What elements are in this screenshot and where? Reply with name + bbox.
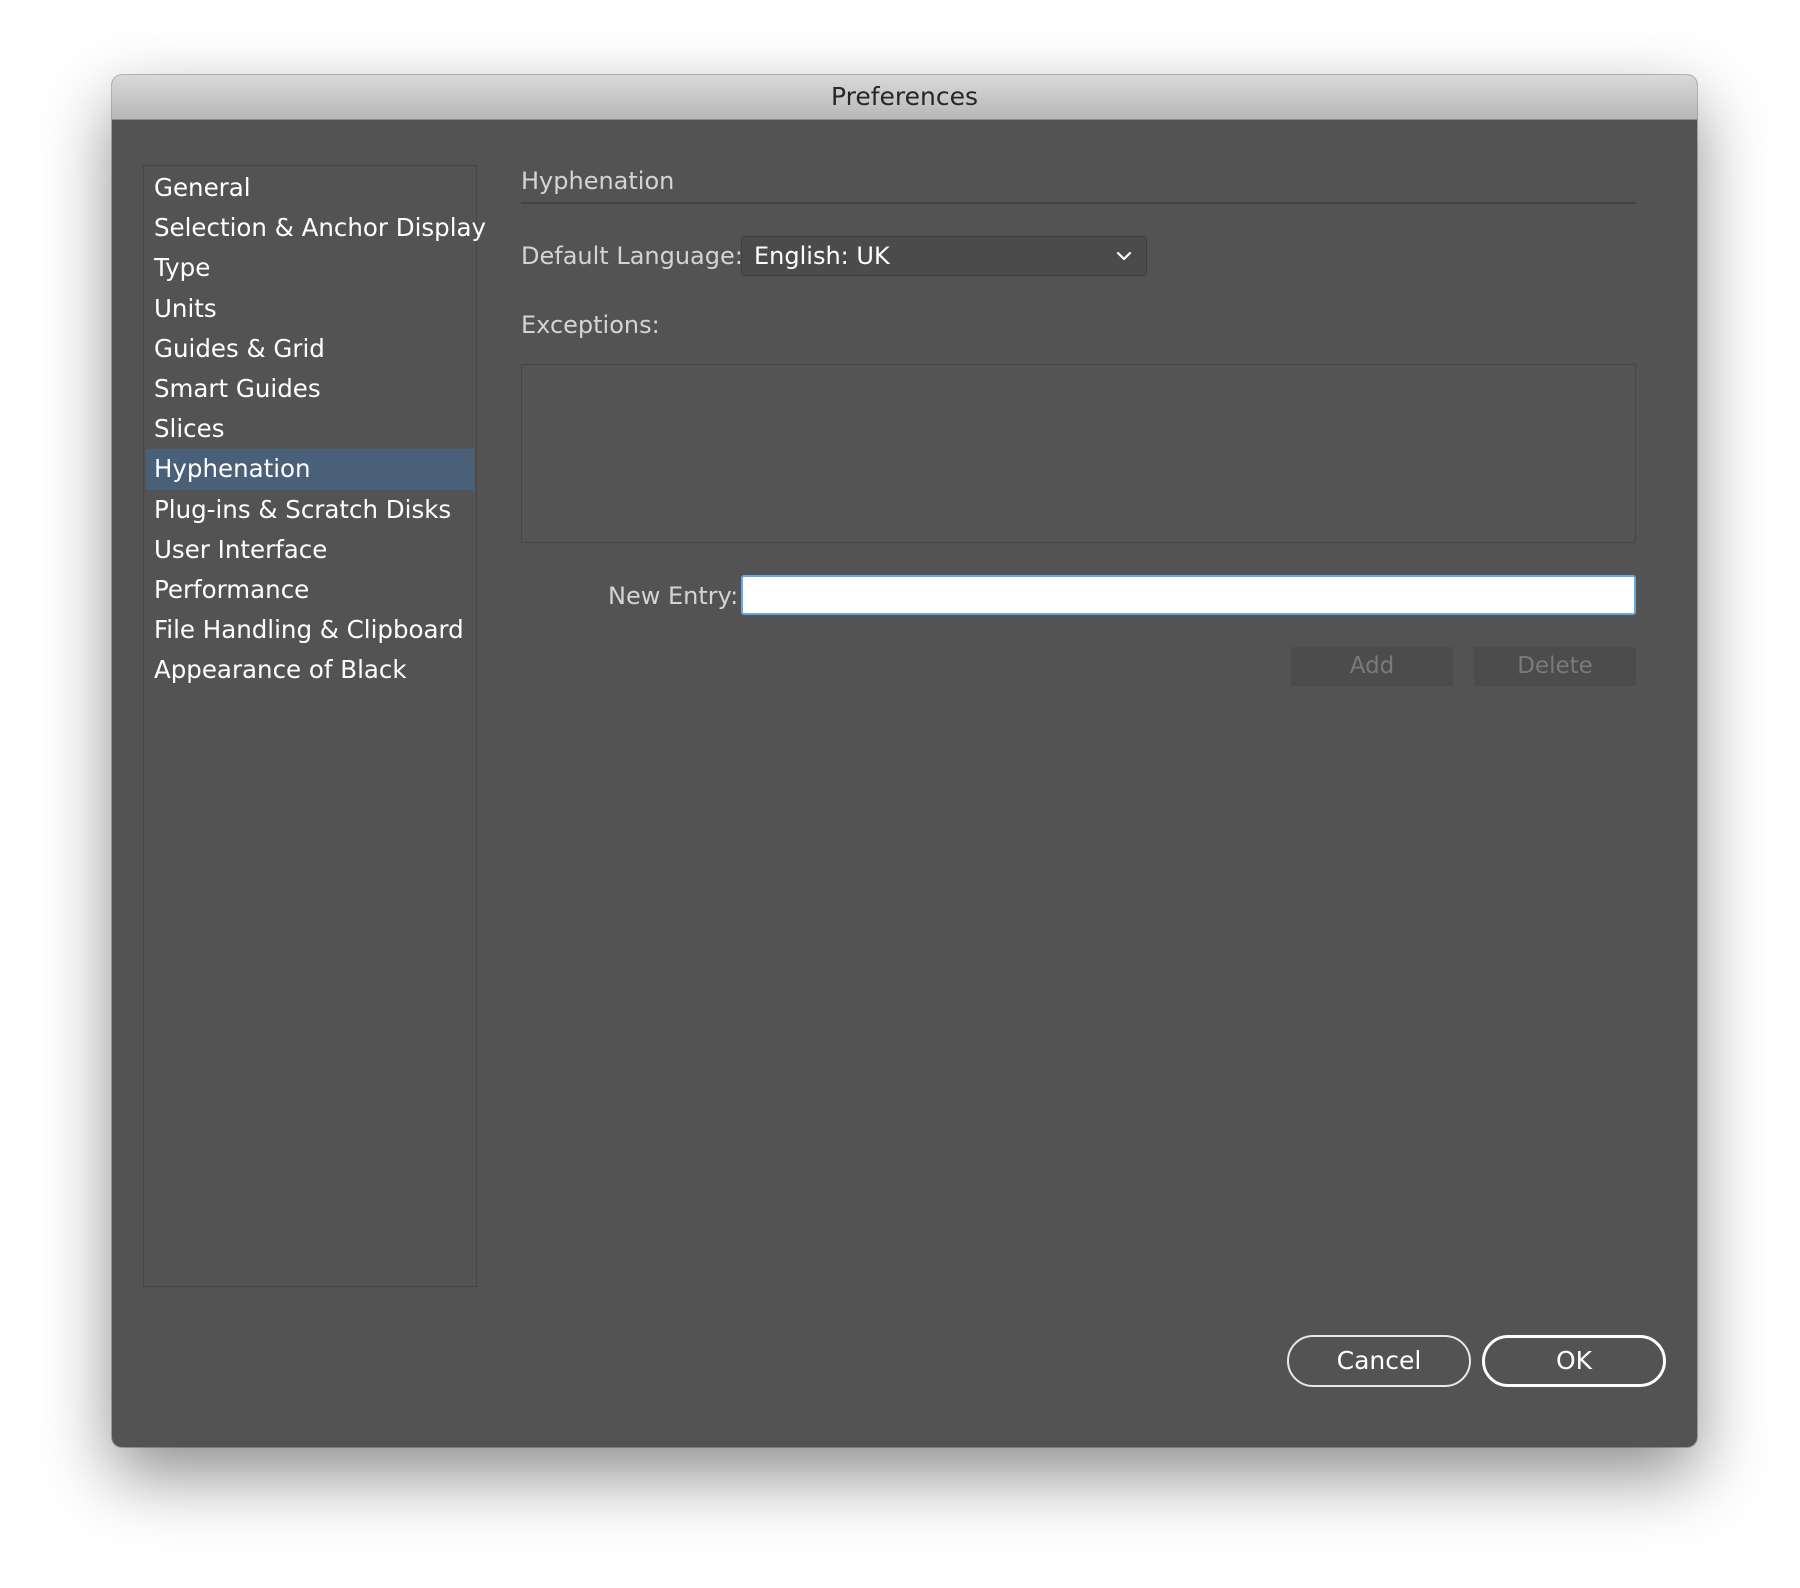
sidebar-item-plugins-scratch-disks[interactable]: Plug-ins & Scratch Disks bbox=[146, 490, 474, 530]
chevron-down-icon bbox=[1112, 237, 1136, 275]
sidebar-item-type[interactable]: Type bbox=[146, 248, 474, 288]
sidebar-item-performance[interactable]: Performance bbox=[146, 570, 474, 610]
sidebar-item-general[interactable]: General bbox=[146, 168, 474, 208]
exceptions-list[interactable] bbox=[521, 364, 1636, 543]
add-button[interactable]: Add bbox=[1291, 647, 1453, 686]
preferences-sidebar: General Selection & Anchor Display Type … bbox=[143, 165, 486, 1287]
default-language-select[interactable]: English: UK bbox=[741, 236, 1147, 276]
section-title: Hyphenation bbox=[521, 167, 675, 195]
delete-button[interactable]: Delete bbox=[1474, 647, 1636, 686]
new-entry-label: New Entry: bbox=[608, 582, 739, 610]
window-title: Preferences bbox=[112, 75, 1697, 120]
default-language-label: Default Language: bbox=[521, 242, 743, 270]
sidebar-item-guides-grid[interactable]: Guides & Grid bbox=[146, 329, 474, 369]
sidebar-item-appearance-of-black[interactable]: Appearance of Black bbox=[146, 650, 474, 690]
sidebar-item-slices[interactable]: Slices bbox=[146, 409, 474, 449]
new-entry-input[interactable] bbox=[741, 575, 1636, 615]
sidebar-item-file-handling-clipboard[interactable]: File Handling & Clipboard bbox=[146, 610, 474, 650]
exceptions-label: Exceptions: bbox=[521, 311, 660, 339]
sidebar-item-user-interface[interactable]: User Interface bbox=[146, 530, 474, 570]
cancel-button[interactable]: Cancel bbox=[1287, 1335, 1471, 1387]
ok-button[interactable]: OK bbox=[1482, 1335, 1666, 1387]
sidebar-item-smart-guides[interactable]: Smart Guides bbox=[146, 369, 474, 409]
sidebar-item-units[interactable]: Units bbox=[146, 289, 474, 329]
default-language-value: English: UK bbox=[754, 242, 890, 270]
preferences-window: Preferences General Selection & Anchor D… bbox=[112, 75, 1697, 1447]
sidebar-item-hyphenation[interactable]: Hyphenation bbox=[146, 449, 474, 490]
section-divider bbox=[521, 202, 1636, 204]
sidebar-item-selection-anchor-display[interactable]: Selection & Anchor Display bbox=[146, 208, 486, 248]
